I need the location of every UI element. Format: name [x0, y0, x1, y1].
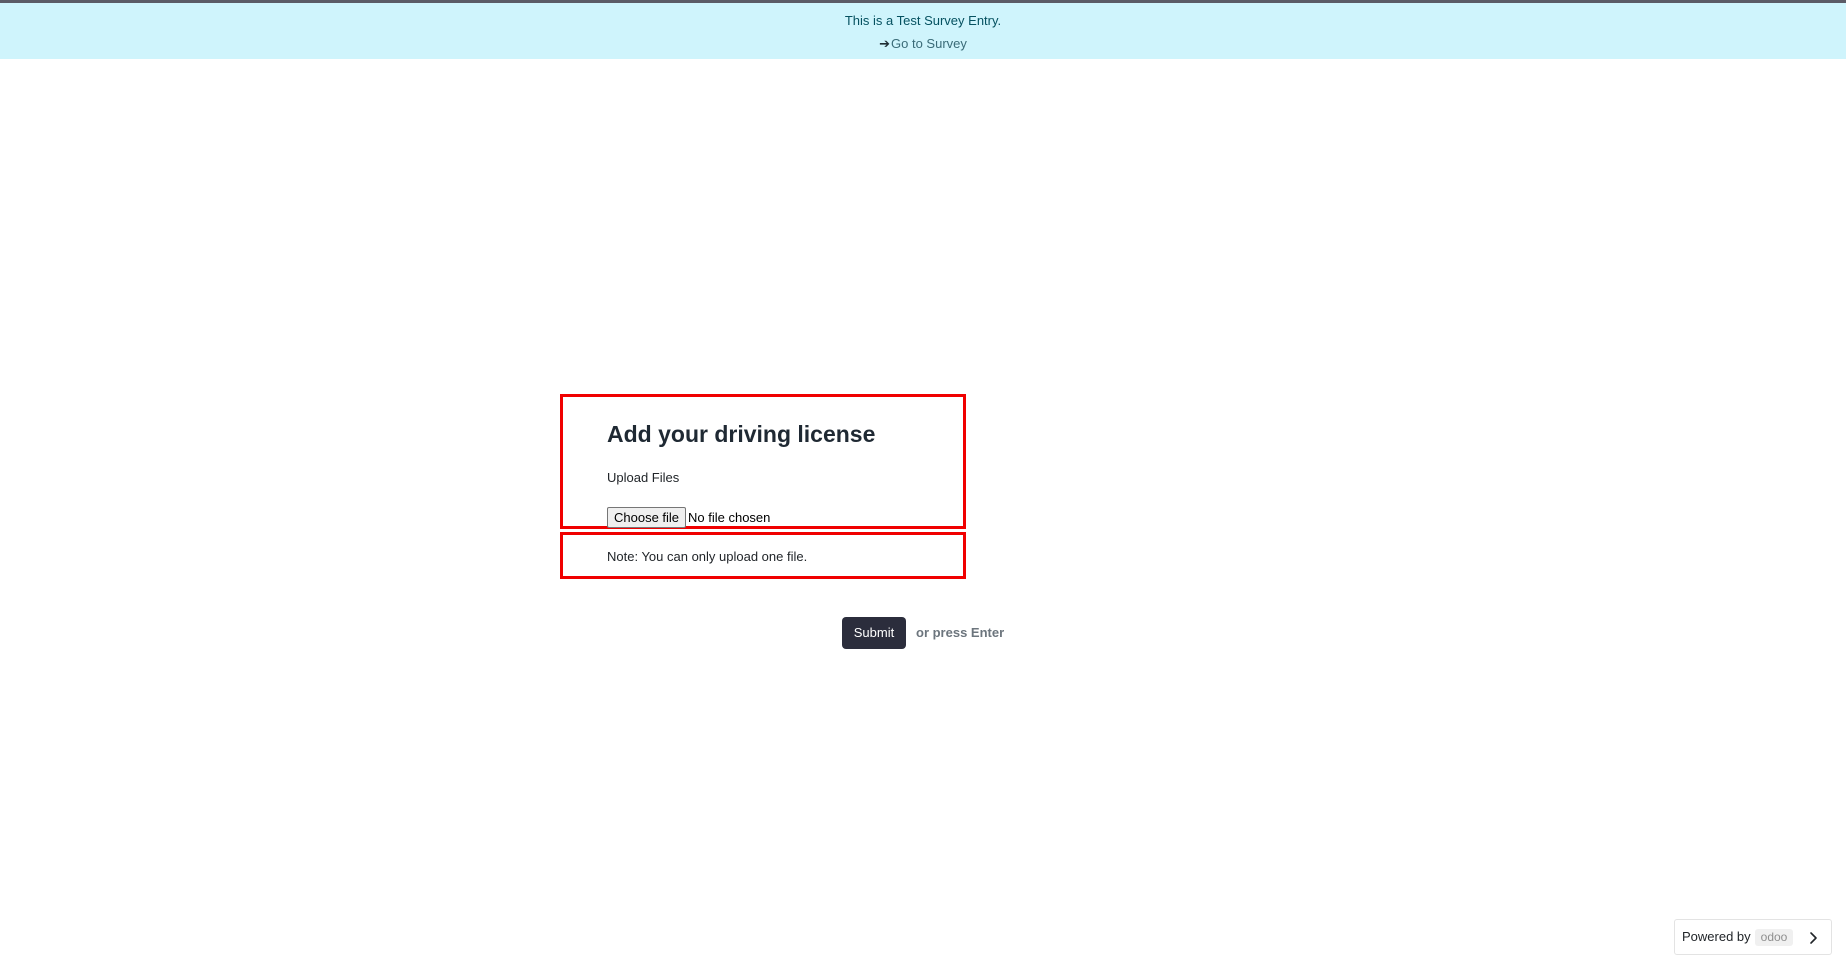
question-title: Add your driving license: [607, 421, 876, 447]
go-to-survey-link[interactable]: ➔Go to Survey: [0, 35, 1846, 53]
test-survey-banner: This is a Test Survey Entry. ➔Go to Surv…: [0, 3, 1846, 59]
submit-button[interactable]: Submit: [842, 617, 906, 649]
upload-note: Note: You can only upload one file.: [607, 549, 808, 564]
powered-by-odoo-badge[interactable]: Powered by odoo: [1674, 919, 1832, 955]
chevron-right-icon: [1810, 932, 1817, 944]
arrow-right-icon: ➔: [879, 36, 891, 51]
powered-by-label: Powered by: [1682, 929, 1751, 944]
go-to-survey-label: Go to Survey: [891, 36, 967, 51]
question-description: Upload Files: [607, 470, 680, 485]
odoo-logo: odoo: [1755, 929, 1793, 946]
choose-file-button[interactable]: Choose file: [607, 507, 687, 528]
banner-message: This is a Test Survey Entry.: [844, 13, 1002, 28]
file-status-text: No file chosen: [688, 510, 771, 525]
press-enter-hint: or press Enter: [916, 625, 1005, 640]
